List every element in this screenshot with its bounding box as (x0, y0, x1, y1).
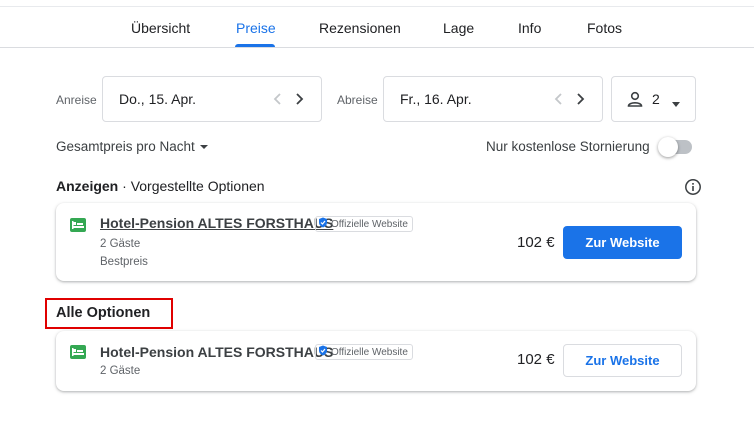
caret-down-icon (199, 139, 209, 154)
official-website-badge: Offizielle Website (315, 216, 413, 232)
price-mode-dropdown[interactable]: Gesamtpreis pro Nacht (56, 139, 209, 154)
checkout-date-field[interactable]: Fr., 16. Apr. (383, 76, 603, 122)
all-options-offer-card: Hotel-Pension ALTES FORSTHAUS Offizielle… (56, 331, 696, 391)
guest-count-text: 2 Gäste (100, 365, 141, 377)
free-cancellation-label: Nur kostenlose Stornierung (486, 139, 650, 154)
checkin-next-day-icon[interactable] (290, 90, 308, 108)
best-price-tag: Bestpreis (100, 256, 148, 268)
visit-website-button[interactable]: Zur Website (563, 344, 682, 377)
guests-count: 2 (652, 91, 660, 107)
guest-count-text: 2 Gäste (100, 238, 141, 250)
all-options-heading: Alle Optionen (56, 305, 151, 321)
checkin-date-value: Do., 15. Apr. (119, 91, 197, 107)
checkin-label: Anreise (56, 93, 97, 107)
visit-website-button[interactable]: Zur Website (563, 226, 682, 259)
featured-offer-card: Hotel-Pension ALTES FORSTHAUS Offizielle… (56, 203, 696, 281)
guests-selector[interactable]: 2 (611, 76, 696, 122)
heading-separator: · (122, 178, 127, 194)
nav-tabs: Übersicht Preise Rezensionen Lage Info F… (0, 7, 754, 48)
tab-photos[interactable]: Fotos (587, 20, 622, 36)
checkin-prev-day-icon[interactable] (269, 90, 287, 108)
offer-price: 102 € (517, 234, 555, 251)
checkout-prev-day-icon[interactable] (550, 90, 568, 108)
checkout-date-value: Fr., 16. Apr. (400, 91, 472, 107)
hotel-name-link[interactable]: Hotel-Pension ALTES FORSTHAUS (100, 215, 333, 231)
active-tab-indicator (235, 44, 275, 47)
shield-check-icon (318, 217, 328, 231)
official-website-text: Offizielle Website (331, 218, 408, 230)
person-icon (626, 90, 644, 108)
top-divider (0, 0, 754, 7)
price-mode-label: Gesamtpreis pro Nacht (56, 139, 195, 154)
checkout-next-day-icon[interactable] (571, 90, 589, 108)
featured-options-heading: Anzeigen · Vorgestellte Optionen (56, 178, 265, 194)
info-icon[interactable] (684, 178, 702, 196)
tab-location[interactable]: Lage (443, 20, 474, 36)
free-cancellation-toggle[interactable] (658, 137, 692, 157)
official-website-text: Offizielle Website (331, 346, 408, 358)
tab-reviews[interactable]: Rezensionen (319, 20, 401, 36)
chevron-down-icon (671, 96, 681, 107)
tab-prices[interactable]: Preise (236, 20, 276, 36)
checkout-label: Abreise (337, 93, 378, 107)
featured-title: Vorgestellte Optionen (130, 178, 265, 194)
checkin-date-field[interactable]: Do., 15. Apr. (102, 76, 322, 122)
tab-info[interactable]: Info (518, 20, 541, 36)
offer-price: 102 € (517, 351, 555, 368)
shield-check-icon (318, 345, 328, 359)
tab-overview[interactable]: Übersicht (131, 20, 190, 36)
official-website-badge: Offizielle Website (315, 344, 413, 360)
hotel-bed-icon (70, 345, 86, 359)
hotel-name[interactable]: Hotel-Pension ALTES FORSTHAUS (100, 344, 333, 360)
toggle-knob (658, 137, 678, 157)
ads-label: Anzeigen (56, 178, 119, 194)
hotel-bed-icon (70, 218, 86, 232)
